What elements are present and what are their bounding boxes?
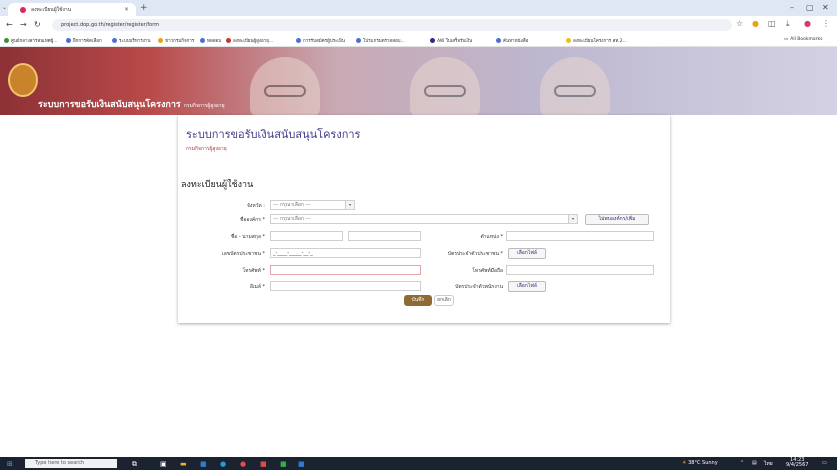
profile-icon[interactable]: ● bbox=[804, 19, 811, 28]
bookmark-item[interactable]: โปรแกรมตรวจสอบ... bbox=[356, 37, 405, 44]
organization-select[interactable]: --- กรุณาเลือก --- ▾ bbox=[270, 214, 578, 224]
all-bookmarks[interactable]: ▭ All Bookmarks bbox=[784, 37, 822, 42]
name-label: ชื่อ - นามสกุล * bbox=[230, 234, 265, 240]
id-card-label: เลขบัตรประชาชน * bbox=[222, 251, 265, 257]
sun-icon: ☀ bbox=[682, 460, 687, 466]
phone-label: โทรศัพท์ * bbox=[242, 268, 265, 274]
department-logo bbox=[8, 63, 38, 97]
url-input[interactable]: project.dop.go.th/register/register/form bbox=[52, 19, 732, 31]
first-name-input[interactable] bbox=[270, 231, 343, 241]
maximize-icon[interactable]: ▢ bbox=[806, 3, 814, 12]
save-button[interactable]: บันทึก bbox=[404, 295, 432, 306]
position-input[interactable] bbox=[506, 231, 654, 241]
registration-card: ระบบการขอรับเงินสนับสนุนโครงการ กรมกิจกา… bbox=[178, 115, 670, 323]
download-icon[interactable]: ⤓ bbox=[786, 19, 790, 29]
position-label: ตำแหน่ง * bbox=[480, 234, 503, 240]
phone-input[interactable] bbox=[270, 265, 421, 275]
back-icon[interactable]: ← bbox=[6, 20, 13, 29]
dropdown-arrow-icon: ▾ bbox=[568, 215, 577, 223]
app-icon[interactable]: ▣ bbox=[160, 460, 167, 468]
menu-icon[interactable]: ⋮ bbox=[822, 19, 830, 28]
file-explorer-icon[interactable]: ▬ bbox=[180, 460, 187, 468]
cancel-button[interactable]: ยกเลิก bbox=[434, 295, 454, 306]
windows-start-icon[interactable]: ⊞ bbox=[7, 460, 13, 468]
tab-list-chevron-icon[interactable]: ⌄ bbox=[2, 4, 7, 11]
puzzle-icon[interactable]: ◫ bbox=[768, 19, 776, 28]
tray-chevron-icon[interactable]: ⌃ bbox=[740, 460, 744, 466]
id-card-input[interactable]: _-____-_____-__-_ bbox=[270, 248, 421, 258]
banner-title: ระบบการขอรับเงินสนับสนุนโครงการ กรมกิจกา… bbox=[38, 100, 225, 110]
page-subtitle: กรมกิจการผู้สูงอายุ bbox=[186, 146, 227, 152]
weather-widget[interactable]: ☀ 38°C Sunny bbox=[682, 460, 718, 466]
mobile-input[interactable] bbox=[506, 265, 654, 275]
email-label: อีเมล์ * bbox=[249, 284, 265, 290]
mobile-label: โทรศัพท์มือถือ bbox=[472, 268, 503, 274]
page-title: ระบบการขอรับเงินสนับสนุนโครงการ bbox=[186, 128, 361, 141]
site-banner: ระบบการขอรับเงินสนับสนุนโครงการ กรมกิจกา… bbox=[0, 47, 837, 115]
edge-icon[interactable]: ● bbox=[220, 460, 226, 468]
banner-elderly-illustration bbox=[410, 57, 480, 115]
clock[interactable]: 14:23 9/4/2567 bbox=[786, 458, 808, 468]
banner-elderly-illustration bbox=[540, 57, 610, 115]
email-input[interactable] bbox=[270, 281, 421, 291]
bookmark-item[interactable]: ลงทะเบียนโครงการ สท.2... bbox=[566, 37, 627, 44]
bookmark-item[interactable]: ระบบบริหารงาน bbox=[112, 37, 151, 44]
network-icon[interactable]: ▤ bbox=[752, 460, 757, 466]
folder-icon: ▭ bbox=[784, 37, 789, 42]
favicon-icon bbox=[20, 6, 26, 13]
close-window-icon[interactable]: ✕ bbox=[822, 3, 829, 12]
bookmark-item[interactable]: ข่าวกรมกิจการ bbox=[158, 37, 194, 44]
line-icon[interactable]: ■ bbox=[280, 460, 287, 468]
app-icon[interactable]: ■ bbox=[200, 460, 207, 468]
new-tab-icon[interactable]: + bbox=[140, 3, 148, 13]
browser-titlebar: ⌄ ลงทะเบียนผู้ใช้งาน × + – ▢ ✕ bbox=[0, 0, 837, 16]
browser-tab[interactable]: ลงทะเบียนผู้ใช้งาน × bbox=[8, 3, 136, 16]
bookmark-item[interactable]: ค้นหาหนังสือ bbox=[496, 37, 528, 44]
choose-file-button[interactable]: เลือกไฟล์ bbox=[508, 248, 546, 259]
bookmark-item[interactable]: การรับสมัครผู้ประเมิน bbox=[296, 37, 345, 44]
choose-file-button[interactable]: เลือกไฟล์ bbox=[508, 281, 546, 292]
word-icon[interactable]: ■ bbox=[298, 460, 305, 468]
bookmarks-bar: ศูนย์กลางสารสนเทศผู้... ฝึกการคัดเลือก ร… bbox=[0, 34, 837, 47]
province-select[interactable]: --- กรุณาเลือก --- ▾ bbox=[270, 200, 355, 210]
dropdown-arrow-icon: ▾ bbox=[345, 201, 354, 209]
bookmark-item[interactable]: ลงทะเบียนผู้สูงอายุ... bbox=[226, 37, 273, 44]
reload-icon[interactable]: ↻ bbox=[34, 20, 41, 29]
new-organization-button[interactable]: ไม่พบองค์กร/เพิ่ม bbox=[585, 214, 649, 225]
bookmark-item[interactable]: ศูนย์กลางสารสนเทศผู้... bbox=[4, 37, 58, 44]
app-icon[interactable]: ■ bbox=[260, 460, 267, 468]
forward-icon[interactable]: → bbox=[20, 20, 27, 29]
banner-subtitle: กรมกิจการผู้สูงอายุ bbox=[183, 103, 225, 109]
notification-icon[interactable]: ▭ bbox=[822, 460, 827, 466]
chrome-icon[interactable]: ● bbox=[240, 460, 246, 468]
taskbar-search-input[interactable]: Type here to search bbox=[25, 459, 117, 468]
close-tab-icon[interactable]: × bbox=[124, 6, 129, 13]
language-indicator[interactable]: ไทย bbox=[764, 460, 773, 468]
minimize-icon[interactable]: – bbox=[790, 3, 794, 12]
address-bar-row: ← → ↻ project.dop.go.th/register/registe… bbox=[0, 16, 837, 34]
staff-card-label: บัตรประจำตัวพนักงาน bbox=[455, 284, 503, 290]
bookmark-item[interactable]: ฝึกการคัดเลือก bbox=[66, 37, 102, 44]
last-name-input[interactable] bbox=[348, 231, 421, 241]
id-copy-label: บัตรประจำตัวประชาชน * bbox=[447, 251, 503, 257]
bookmark-item[interactable]: AW ใบเสร็จรับเงิน bbox=[430, 37, 472, 44]
organization-label: ชื่อองค์กร * bbox=[240, 217, 265, 223]
windows-taskbar: ⊞ Type here to search ⧉ ▣ ▬ ■ ● ● ■ ■ ■ … bbox=[0, 457, 837, 470]
province-label: จังหวัด : bbox=[247, 203, 265, 209]
task-view-icon[interactable]: ⧉ bbox=[132, 460, 137, 469]
tab-title: ลงทะเบียนผู้ใช้งาน bbox=[31, 6, 72, 13]
banner-elderly-illustration bbox=[250, 57, 320, 115]
extension-icon[interactable]: ● bbox=[752, 19, 759, 28]
bookmark-star-icon[interactable]: ☆ bbox=[736, 19, 743, 28]
section-title: ลงทะเบียนผู้ใช้งาน bbox=[181, 180, 254, 190]
bookmark-item[interactable]: ทดสอบ bbox=[200, 37, 221, 44]
